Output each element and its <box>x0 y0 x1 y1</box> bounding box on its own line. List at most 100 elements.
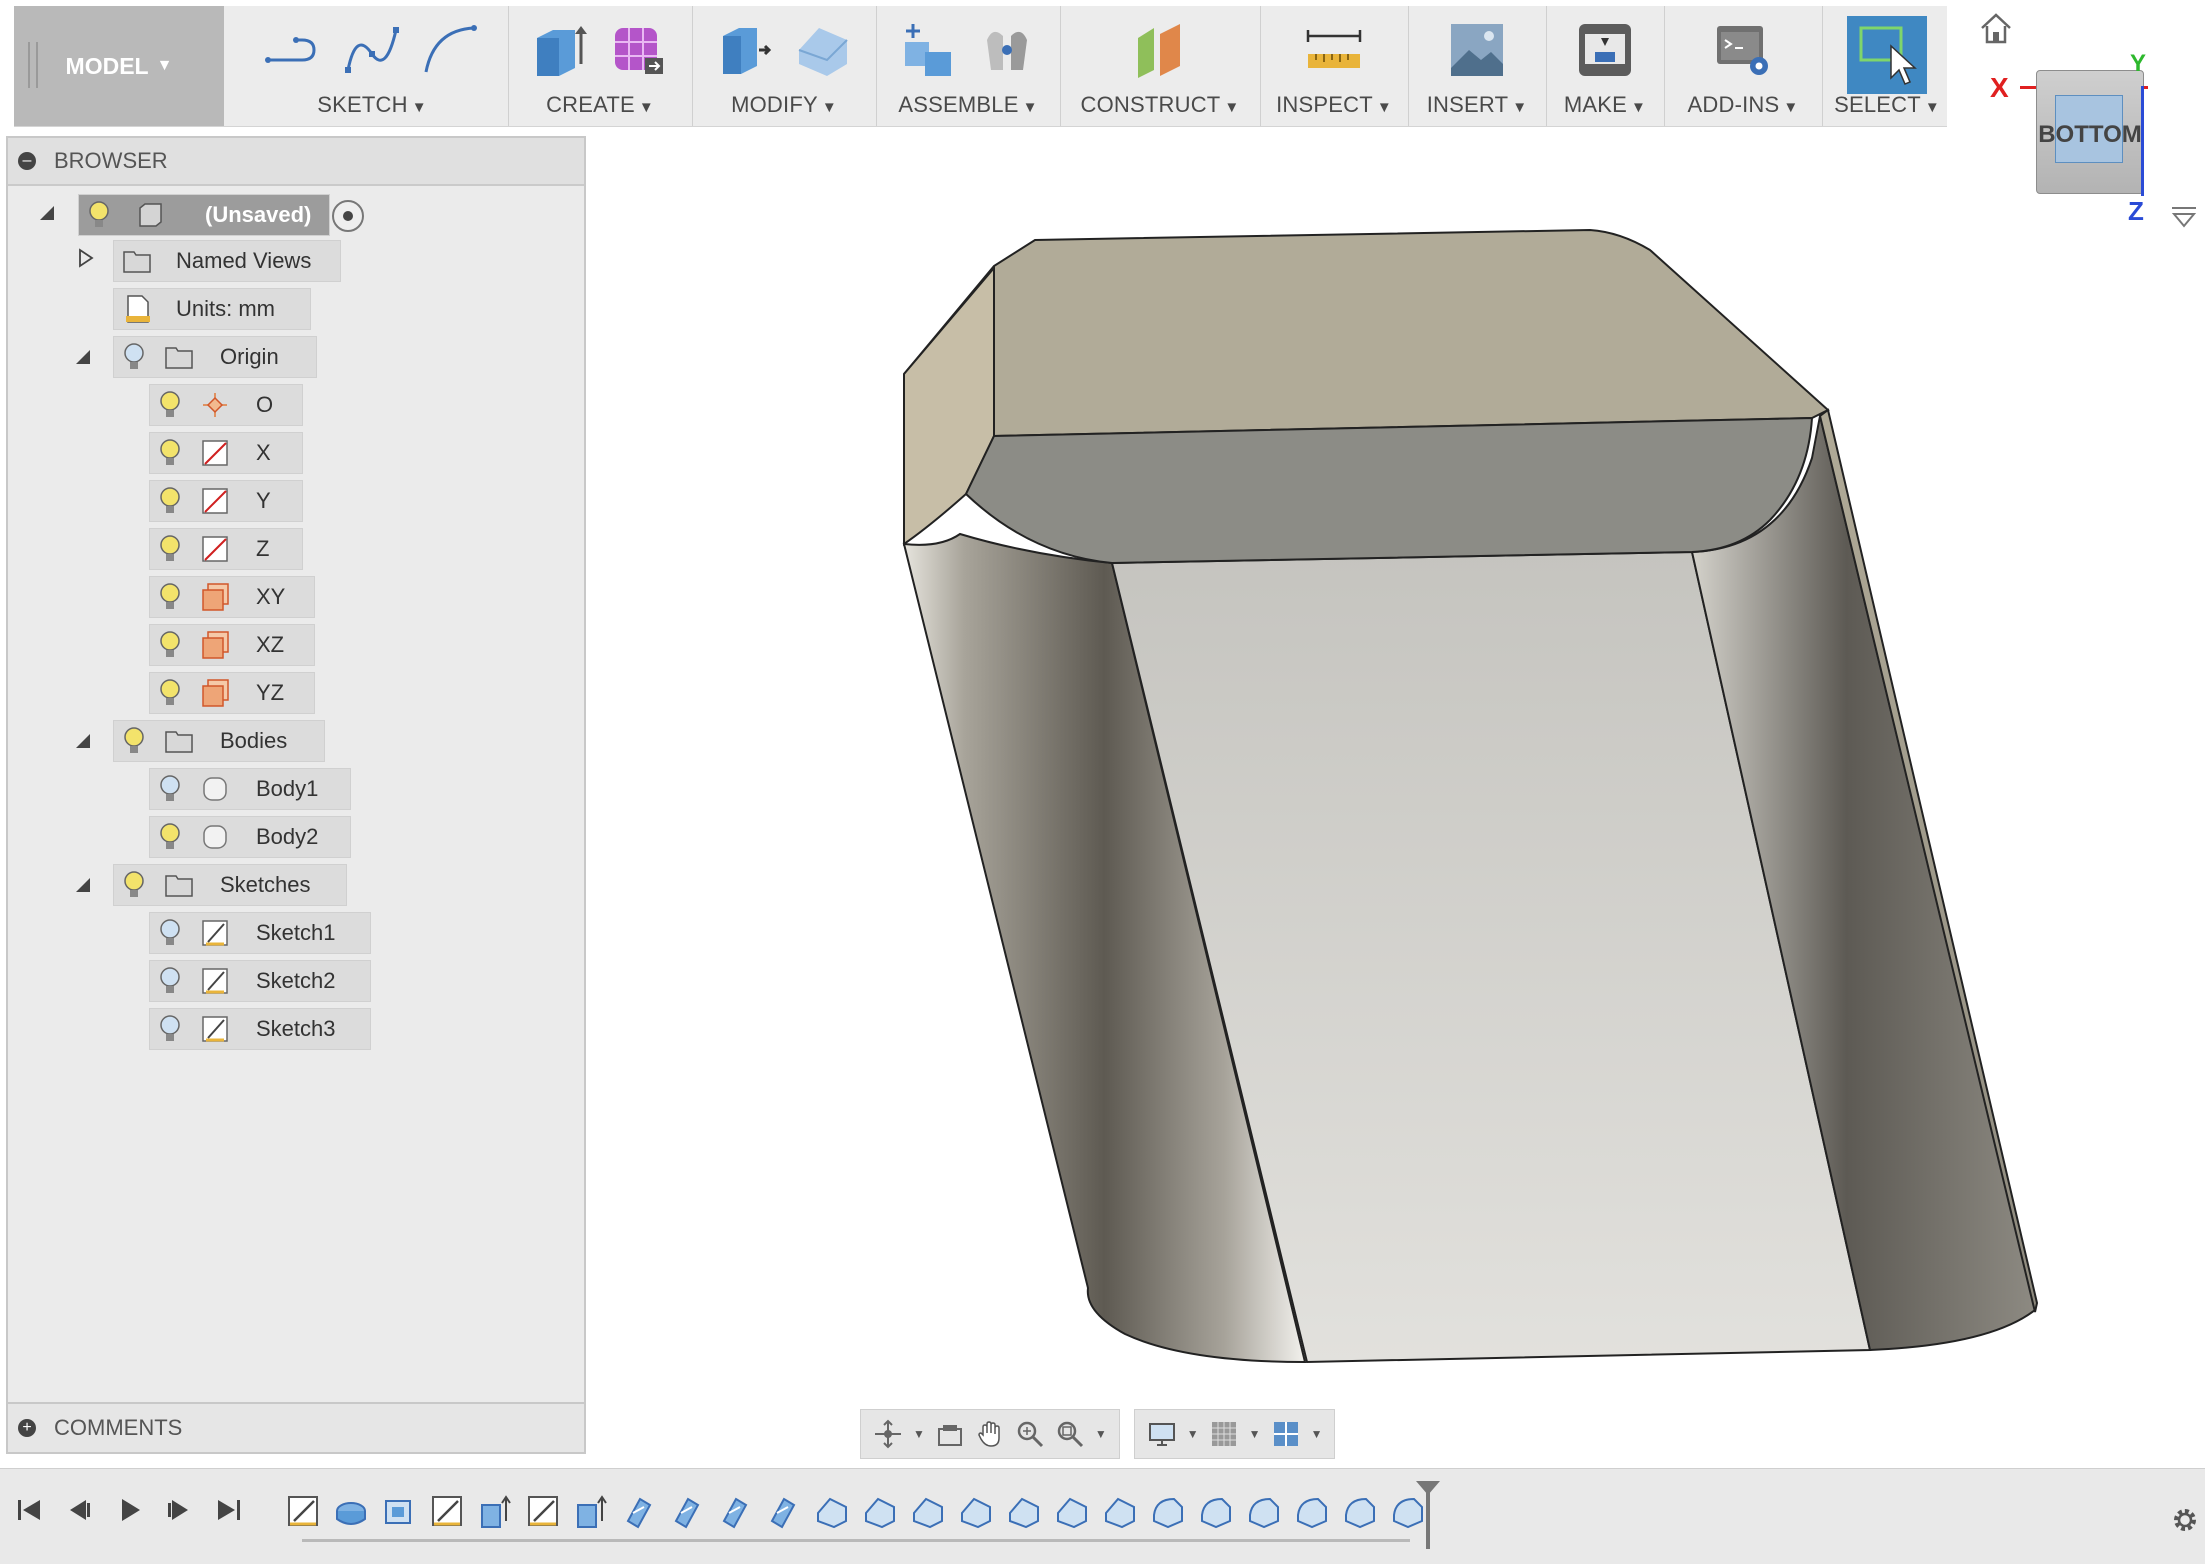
expand-triangle-icon[interactable] <box>74 348 92 366</box>
sketch2-node[interactable]: Sketch2 <box>149 960 371 1002</box>
timeline-revolve-icon[interactable] <box>332 1491 370 1531</box>
toolbar-group-insert[interactable]: INSERT ▼ <box>1408 6 1547 126</box>
zoom-window-icon[interactable] <box>1055 1419 1085 1449</box>
step-forward-icon[interactable] <box>164 1495 194 1525</box>
pan-hand-icon[interactable] <box>975 1419 1005 1449</box>
visibility-bulb-icon[interactable] <box>158 438 182 468</box>
timeline-move-icon[interactable] <box>668 1491 706 1531</box>
chevron-down-icon[interactable]: ▼ <box>913 1427 925 1441</box>
timeline-fillet-icon[interactable] <box>956 1491 994 1531</box>
visibility-bulb-icon[interactable] <box>158 774 182 804</box>
model-top-cap-face[interactable] <box>903 228 1830 438</box>
model-viewport[interactable] <box>584 130 2205 1460</box>
expand-triangle-icon[interactable] <box>74 732 92 750</box>
scripts-addins-icon[interactable] <box>1713 20 1773 80</box>
origin-folder-node[interactable]: Origin <box>113 336 317 378</box>
toolbar-group-inspect[interactable]: INSPECT ▼ <box>1260 6 1409 126</box>
form-icon[interactable] <box>609 20 669 80</box>
fillet-icon[interactable] <box>793 20 853 80</box>
timeline-fillet-icon[interactable] <box>908 1491 946 1531</box>
new-component-icon[interactable] <box>899 20 959 80</box>
timeline-settings-gear-icon[interactable] <box>2170 1505 2200 1535</box>
y-axis-node[interactable]: Y <box>149 480 303 522</box>
root-component-node[interactable]: (Unsaved) <box>78 194 330 236</box>
timeline-chamfer-icon[interactable] <box>1148 1491 1186 1531</box>
timeline-fillet-icon[interactable] <box>1052 1491 1090 1531</box>
expand-triangle-icon[interactable] <box>38 204 56 222</box>
arc-icon[interactable] <box>420 20 480 80</box>
spline-icon[interactable] <box>342 20 402 80</box>
orbit-icon[interactable] <box>873 1419 903 1449</box>
timeline-move-icon[interactable] <box>716 1491 754 1531</box>
look-at-icon[interactable] <box>935 1419 965 1449</box>
play-icon[interactable] <box>114 1495 144 1525</box>
zoom-icon[interactable] <box>1015 1419 1045 1449</box>
origin-point-node[interactable]: O <box>149 384 303 426</box>
workspace-switcher-button[interactable]: MODEL ▼ <box>14 6 224 126</box>
timeline-marker[interactable] <box>1426 1483 1430 1549</box>
expand-triangle-icon[interactable] <box>74 876 92 894</box>
visibility-bulb-icon[interactable] <box>122 870 146 900</box>
visibility-bulb-icon[interactable] <box>87 200 111 230</box>
timeline-chamfer-icon[interactable] <box>1292 1491 1330 1531</box>
timeline-move-icon[interactable] <box>620 1491 658 1531</box>
body1-node[interactable]: Body1 <box>149 768 351 810</box>
chevron-down-icon[interactable]: ▼ <box>1187 1427 1199 1441</box>
visibility-bulb-icon[interactable] <box>122 726 146 756</box>
toolbar-group-sketch[interactable]: SKETCH ▼ <box>236 6 509 126</box>
visibility-bulb-icon[interactable] <box>158 582 182 612</box>
activate-component-radio[interactable] <box>332 200 364 232</box>
expand-triangle-icon[interactable] <box>78 248 94 268</box>
timeline-fillet-icon[interactable] <box>1100 1491 1138 1531</box>
timeline-box-icon[interactable] <box>380 1491 418 1531</box>
step-back-icon[interactable] <box>64 1495 94 1525</box>
visibility-bulb-icon[interactable] <box>158 1014 182 1044</box>
visibility-bulb-icon[interactable] <box>158 678 182 708</box>
chevron-down-icon[interactable]: ▼ <box>1095 1427 1107 1441</box>
timeline-sketch-icon[interactable] <box>524 1491 562 1531</box>
timeline-move-icon[interactable] <box>764 1491 802 1531</box>
press-pull-icon[interactable] <box>715 20 775 80</box>
toolbar-group-modify[interactable]: MODIFY ▼ <box>692 6 877 126</box>
go-to-start-icon[interactable] <box>14 1495 44 1525</box>
named-views-node[interactable]: Named Views <box>113 240 341 282</box>
insert-image-icon[interactable] <box>1447 20 1507 80</box>
timeline-chamfer-icon[interactable] <box>1340 1491 1378 1531</box>
create-sketch-line-icon[interactable] <box>264 20 324 80</box>
visibility-bulb-icon[interactable] <box>122 342 146 372</box>
measure-icon[interactable] <box>1304 20 1364 80</box>
timeline-sketch-icon[interactable] <box>284 1491 322 1531</box>
home-view-icon[interactable] <box>1978 10 2014 46</box>
body2-node[interactable]: Body2 <box>149 816 351 858</box>
timeline-chamfer-icon[interactable] <box>1196 1491 1234 1531</box>
grid-snap-icon[interactable] <box>1209 1419 1239 1449</box>
xy-plane-node[interactable]: XY <box>149 576 315 618</box>
visibility-bulb-icon[interactable] <box>158 534 182 564</box>
toolbar-grip-icon[interactable] <box>28 42 38 88</box>
sketch3-node[interactable]: Sketch3 <box>149 1008 371 1050</box>
toolbar-group-construct[interactable]: CONSTRUCT ▼ <box>1060 6 1261 126</box>
3d-print-icon[interactable] <box>1575 20 1635 80</box>
viewports-icon[interactable] <box>1271 1419 1301 1449</box>
visibility-bulb-icon[interactable] <box>158 966 182 996</box>
timeline-chamfer-icon[interactable] <box>1388 1491 1426 1531</box>
timeline-fillet-icon[interactable] <box>860 1491 898 1531</box>
units-node[interactable]: Units: mm <box>113 288 311 330</box>
timeline-sketch-icon[interactable] <box>428 1491 466 1531</box>
display-settings-icon[interactable] <box>1147 1419 1177 1449</box>
sketches-folder-node[interactable]: Sketches <box>113 864 347 906</box>
browser-header[interactable]: – BROWSER <box>8 138 584 186</box>
expand-icon[interactable]: + <box>18 1419 36 1437</box>
model-front-band-face[interactable] <box>964 416 1814 565</box>
visibility-bulb-icon[interactable] <box>158 486 182 516</box>
extrude-icon[interactable] <box>531 20 591 80</box>
toolbar-group-add-ins[interactable]: ADD-INS ▼ <box>1664 6 1823 126</box>
x-axis-node[interactable]: X <box>149 432 303 474</box>
timeline-fillet-icon[interactable] <box>1004 1491 1042 1531</box>
comments-panel[interactable]: + COMMENTS <box>6 1402 586 1454</box>
collapse-icon[interactable]: – <box>18 152 36 170</box>
visibility-bulb-icon[interactable] <box>158 630 182 660</box>
visibility-bulb-icon[interactable] <box>158 918 182 948</box>
z-axis-node[interactable]: Z <box>149 528 303 570</box>
timeline-extrude-icon[interactable] <box>476 1491 514 1531</box>
